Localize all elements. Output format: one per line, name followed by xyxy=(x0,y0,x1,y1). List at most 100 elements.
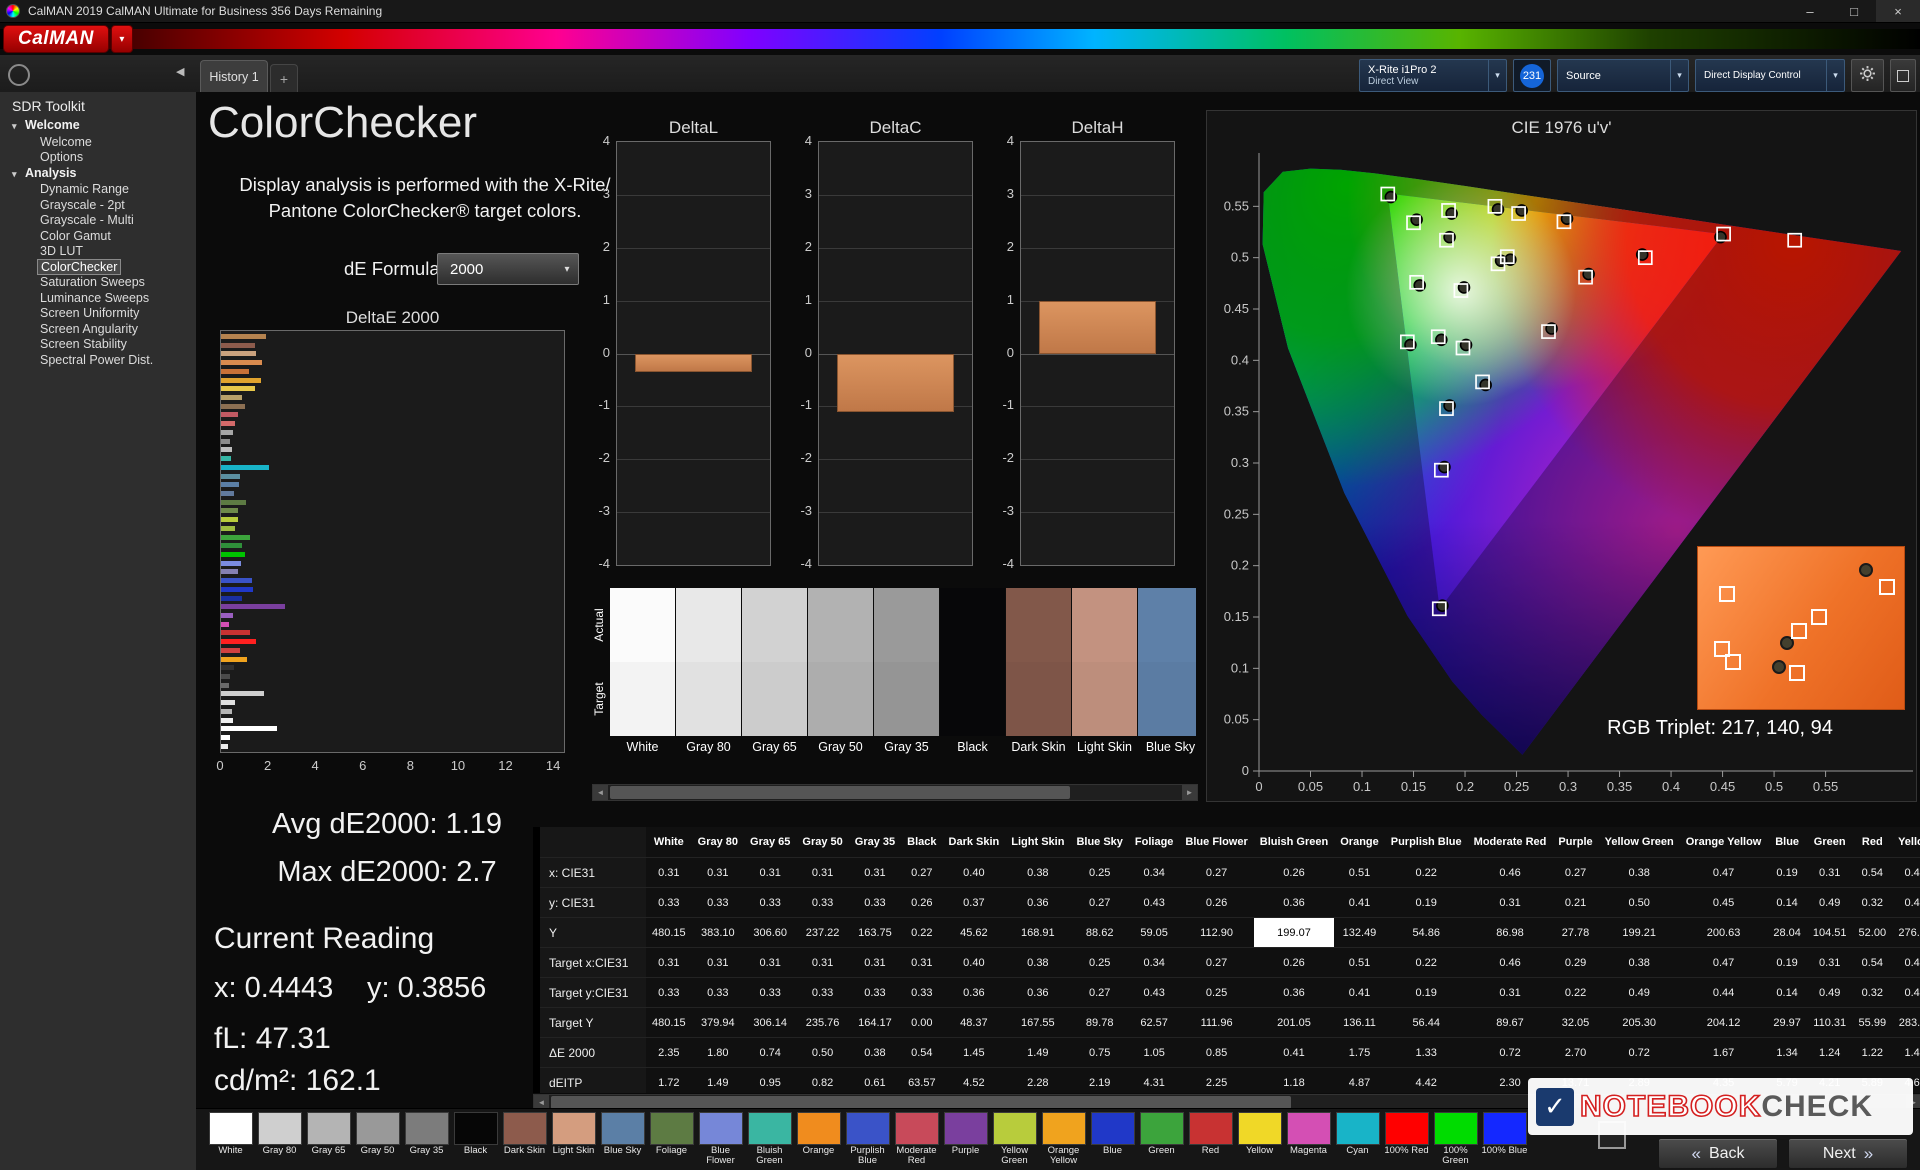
table-cell[interactable]: 1.24 xyxy=(1806,1037,1853,1068)
bottom-patch-green[interactable]: Green xyxy=(1137,1112,1186,1167)
table-cell[interactable]: 0.27 xyxy=(1179,857,1254,888)
next-button[interactable]: Next » xyxy=(1788,1138,1908,1169)
table-cell[interactable]: 0.41 xyxy=(1334,977,1385,1008)
table-cell[interactable]: 27.78 xyxy=(1552,917,1599,948)
table-cell[interactable]: 132.49 xyxy=(1334,917,1385,948)
sidebar-item-welcome[interactable]: Welcome xyxy=(0,135,196,151)
patch-dark-skin[interactable]: Dark Skin xyxy=(1006,588,1071,760)
bottom-patch-white[interactable]: White xyxy=(206,1112,255,1167)
table-cell[interactable]: 55.99 xyxy=(1852,1007,1893,1038)
sidebar-item-dynamic-range[interactable]: Dynamic Range xyxy=(0,182,196,198)
table-cell[interactable]: 54.86 xyxy=(1384,917,1468,948)
table-cell[interactable]: 0.36 xyxy=(1005,887,1071,918)
table-cell[interactable]: 379.94 xyxy=(691,1007,745,1038)
chevron-down-icon[interactable]: ▾ xyxy=(1826,60,1844,91)
table-cell[interactable]: 0.31 xyxy=(796,947,849,978)
table-cell[interactable]: 0.41 xyxy=(1253,1037,1335,1068)
table-cell[interactable]: 0.54 xyxy=(1852,947,1893,978)
sidebar-item-grayscale-2pt[interactable]: Grayscale - 2pt xyxy=(0,198,196,214)
table-cell[interactable]: 0.22 xyxy=(901,917,943,948)
table-cell[interactable]: 0.95 xyxy=(744,1067,797,1093)
table-cell[interactable]: 2.19 xyxy=(1070,1067,1129,1093)
table-cell[interactable]: 0.43 xyxy=(1128,887,1180,918)
table-cell[interactable]: 0.31 xyxy=(744,947,797,978)
table-cell[interactable]: 0.43 xyxy=(1128,977,1180,1008)
patch-gray-50[interactable]: Gray 50 xyxy=(808,588,873,760)
bottom-patch-100-blue[interactable]: 100% Blue xyxy=(1480,1112,1529,1167)
table-cell[interactable]: 0.33 xyxy=(901,977,943,1008)
chevron-down-icon[interactable]: ▾ xyxy=(1670,60,1688,91)
minimize-button[interactable]: – xyxy=(1788,0,1832,22)
table-cell[interactable]: 0.49 xyxy=(1598,977,1680,1008)
table-cell[interactable]: 0.27 xyxy=(1070,977,1129,1008)
patch-gray-35[interactable]: Gray 35 xyxy=(874,588,939,760)
scroll-left-icon[interactable]: ◄ xyxy=(593,785,608,800)
table-cell[interactable]: 1.44 xyxy=(1892,1037,1920,1068)
sidebar-group-analysis[interactable]: ▾ Analysis xyxy=(0,166,196,183)
table-cell[interactable]: 0.50 xyxy=(1598,887,1680,918)
bottom-patch-orange[interactable]: Orange xyxy=(794,1112,843,1167)
maximize-button[interactable]: □ xyxy=(1832,0,1876,22)
table-cell[interactable]: 28.04 xyxy=(1767,917,1807,948)
logo-dropdown-icon[interactable]: ▾ xyxy=(110,25,133,53)
table-cell[interactable]: 0.72 xyxy=(1598,1037,1680,1068)
table-cell[interactable]: 164.17 xyxy=(848,1007,902,1038)
bottom-patch-moderate-red[interactable]: Moderate Red xyxy=(892,1112,941,1167)
table-cell[interactable]: 0.40 xyxy=(942,947,1006,978)
table-cell[interactable]: 0.33 xyxy=(691,887,745,918)
table-cell[interactable]: 48.37 xyxy=(942,1007,1006,1038)
de-formula-dropdown[interactable]: 2000 ▾ xyxy=(437,253,579,285)
table-cell[interactable]: 0.31 xyxy=(1467,887,1553,918)
table-cell[interactable]: 0.33 xyxy=(796,977,849,1008)
bottom-patch-light-skin[interactable]: Light Skin xyxy=(549,1112,598,1167)
table-cell[interactable]: 163.75 xyxy=(848,917,902,948)
bottom-patch-orange-yellow[interactable]: Orange Yellow xyxy=(1039,1112,1088,1167)
table-cell[interactable]: 52.00 xyxy=(1852,917,1893,948)
table-cell[interactable]: 0.31 xyxy=(646,857,692,888)
table-cell[interactable]: 0.33 xyxy=(646,887,692,918)
table-cell[interactable]: 2.70 xyxy=(1552,1037,1599,1068)
table-cell[interactable]: 0.45 xyxy=(1679,887,1768,918)
table-cell[interactable]: 0.22 xyxy=(1384,857,1468,888)
bottom-patch-blue-sky[interactable]: Blue Sky xyxy=(598,1112,647,1167)
sidebar-item-color-gamut[interactable]: Color Gamut xyxy=(0,229,196,245)
table-cell[interactable]: 0.22 xyxy=(1552,977,1599,1008)
table-cell[interactable]: 0.33 xyxy=(796,887,849,918)
table-cell[interactable]: 0.26 xyxy=(1253,857,1335,888)
table-cell[interactable]: 0.33 xyxy=(848,887,902,918)
table-cell[interactable]: 29.97 xyxy=(1767,1007,1807,1038)
table-cell[interactable]: 235.76 xyxy=(796,1007,849,1038)
table-cell[interactable]: 1.18 xyxy=(1253,1067,1335,1093)
add-tab-button[interactable]: + xyxy=(270,64,298,93)
bottom-patch-cyan[interactable]: Cyan xyxy=(1333,1112,1382,1167)
bottom-patch-blue-flower[interactable]: Blue Flower xyxy=(696,1112,745,1167)
table-cell[interactable]: 110.31 xyxy=(1806,1007,1853,1038)
patch-gray-80[interactable]: Gray 80 xyxy=(676,588,741,760)
table-cell[interactable]: 0.31 xyxy=(744,857,797,888)
table-cell[interactable]: 480.15 xyxy=(646,1007,692,1038)
bottom-patch-magenta[interactable]: Magenta xyxy=(1284,1112,1333,1167)
table-cell[interactable]: 0.19 xyxy=(1767,857,1807,888)
table-cell[interactable]: 0.33 xyxy=(646,977,692,1008)
table-cell[interactable]: 0.82 xyxy=(796,1067,849,1093)
table-cell[interactable]: 136.11 xyxy=(1334,1007,1385,1038)
table-cell[interactable]: 0.27 xyxy=(1552,857,1599,888)
table-cell[interactable]: 0.46 xyxy=(1467,857,1553,888)
table-cell[interactable]: 0.38 xyxy=(848,1037,902,1068)
patch-light-skin[interactable]: Light Skin xyxy=(1072,588,1137,760)
table-cell[interactable]: 89.67 xyxy=(1467,1007,1553,1038)
table-cell[interactable]: 0.49 xyxy=(1806,977,1853,1008)
table-cell[interactable]: 0.31 xyxy=(691,947,745,978)
swatch-scrollbar[interactable]: ◄ ► xyxy=(592,784,1198,801)
table-cell[interactable]: 276.20 xyxy=(1892,917,1920,948)
table-cell[interactable]: 0.26 xyxy=(1253,947,1335,978)
bottom-patch-bluish-green[interactable]: Bluish Green xyxy=(745,1112,794,1167)
table-cell[interactable]: 62.57 xyxy=(1128,1007,1180,1038)
table-cell[interactable]: 205.30 xyxy=(1598,1007,1680,1038)
table-cell[interactable]: 1.80 xyxy=(691,1037,745,1068)
table-cell[interactable]: 0.37 xyxy=(942,887,1006,918)
table-cell[interactable]: 1.22 xyxy=(1852,1037,1893,1068)
table-cell[interactable]: 0.32 xyxy=(1852,977,1893,1008)
table-cell[interactable]: 88.62 xyxy=(1070,917,1129,948)
bottom-patch-red[interactable]: Red xyxy=(1186,1112,1235,1167)
